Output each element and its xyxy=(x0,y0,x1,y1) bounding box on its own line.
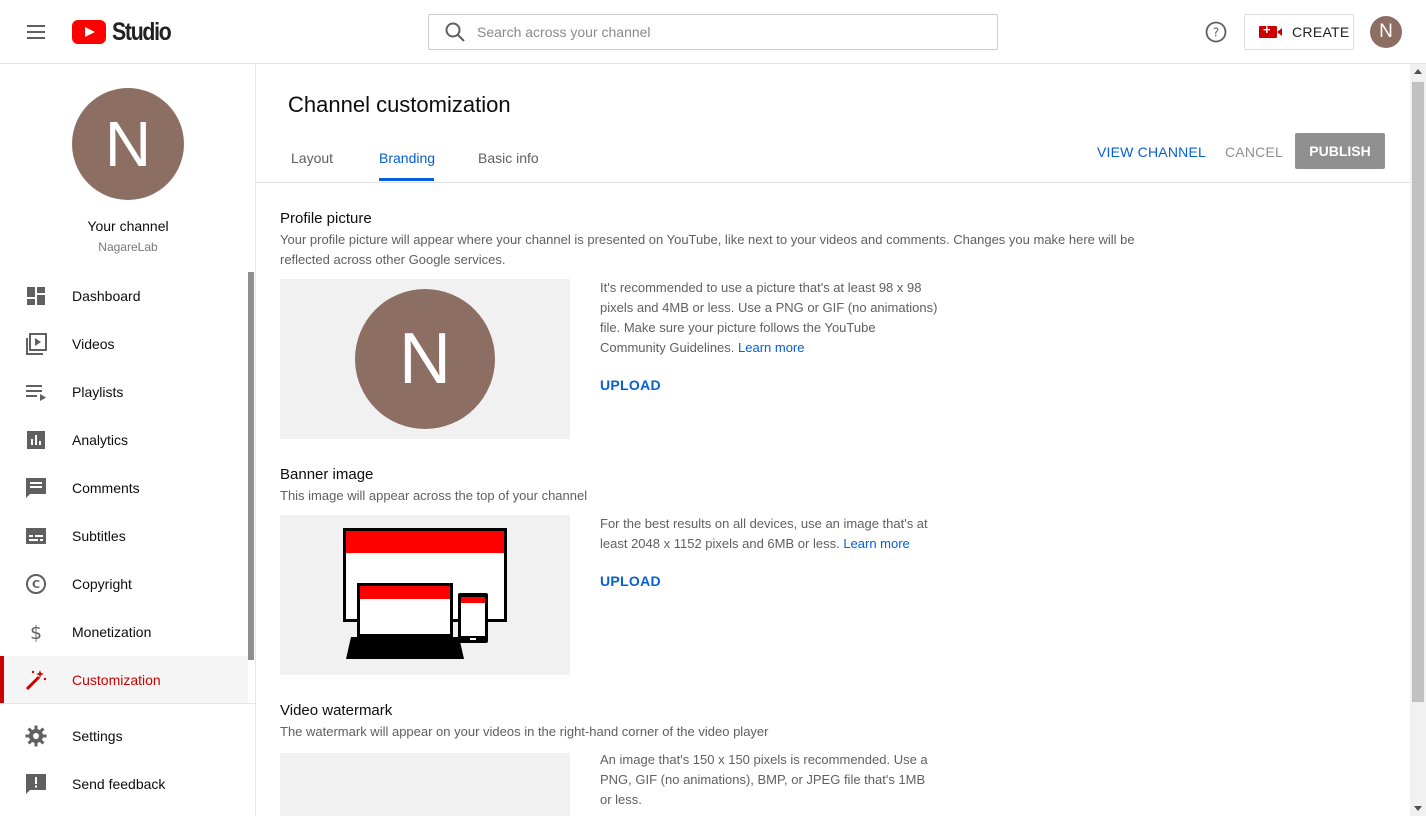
page-title: Channel customization xyxy=(288,92,511,117)
sidebar-item-send-feedback[interactable]: Send feedback xyxy=(0,760,248,808)
video-watermark-hint: An image that's 150 x 150 pixels is reco… xyxy=(600,752,928,807)
sidebar-item-customization[interactable]: Customization xyxy=(0,656,248,704)
profile-avatar-preview: N xyxy=(355,289,495,429)
scroll-up-icon[interactable] xyxy=(1414,69,1422,74)
sidebar-item-label: Subtitles xyxy=(72,528,126,544)
profile-picture-description: Your profile picture will appear where y… xyxy=(280,230,1160,270)
search-bar[interactable] xyxy=(428,14,998,50)
comments-icon xyxy=(24,476,48,500)
sidebar-item-dashboard[interactable]: Dashboard xyxy=(0,272,248,320)
dollar-icon: $ xyxy=(24,620,48,644)
sidebar-item-label: Videos xyxy=(72,336,115,352)
create-button[interactable]: CREATE xyxy=(1244,14,1354,50)
sidebar-item-monetization[interactable]: $ Monetization xyxy=(0,608,248,656)
cancel-button[interactable]: CANCEL xyxy=(1225,144,1283,160)
svg-text:?: ? xyxy=(1213,26,1219,40)
profile-description-line-1: Your profile picture will appear where y… xyxy=(280,232,1135,247)
view-channel-button[interactable]: VIEW CHANNEL xyxy=(1097,144,1206,160)
sidebar-item-copyright[interactable]: C Copyright xyxy=(0,560,248,608)
sidebar-item-settings[interactable]: Settings xyxy=(0,712,248,760)
channel-title: Your channel xyxy=(87,218,169,234)
sidebar-item-label: Comments xyxy=(72,480,140,496)
channel-handle: NagareLab xyxy=(98,240,158,254)
sidebar-item-label: Analytics xyxy=(72,432,129,448)
profile-learn-more-link[interactable]: Learn more xyxy=(738,340,804,355)
sidebar: N Your channel NagareLab Dashboard Video… xyxy=(0,64,256,816)
sidebar-item-label: Dashboard xyxy=(72,288,141,304)
search-input[interactable] xyxy=(477,15,997,49)
banner-image-preview xyxy=(280,515,570,675)
banner-image-hint: For the best results on all devices, use… xyxy=(600,514,940,554)
devices-illustration-icon xyxy=(343,528,507,659)
search-icon[interactable] xyxy=(437,14,477,50)
video-watermark-title: Video watermark xyxy=(280,702,393,719)
banner-learn-more-link[interactable]: Learn more xyxy=(843,536,909,551)
scrollbar-thumb[interactable] xyxy=(1412,82,1424,702)
svg-text:C: C xyxy=(32,578,40,591)
banner-image-description: This image will appear across the top of… xyxy=(280,488,588,503)
sidebar-item-subtitles[interactable]: Subtitles xyxy=(0,512,248,560)
svg-text:$: $ xyxy=(30,622,42,644)
playlists-icon xyxy=(24,380,48,404)
logo-text: Studio xyxy=(112,17,172,46)
active-tab-indicator xyxy=(379,178,434,181)
banner-image-title: Banner image xyxy=(280,466,374,483)
gear-icon xyxy=(24,724,48,748)
sidebar-item-label: Monetization xyxy=(72,624,152,640)
help-icon[interactable]: ? xyxy=(1204,20,1228,44)
youtube-logo-icon xyxy=(72,20,106,44)
sidebar-scrollbar[interactable] xyxy=(248,272,254,660)
sidebar-item-label: Copyright xyxy=(72,576,132,592)
main-scrollbar[interactable] xyxy=(1410,64,1426,816)
profile-picture-hint: It's recommended to use a picture that's… xyxy=(600,278,940,358)
channel-avatar[interactable]: N xyxy=(72,88,184,200)
copyright-icon: C xyxy=(24,572,48,596)
sidebar-item-label: Settings xyxy=(72,728,123,744)
youtube-studio-logo[interactable]: Studio xyxy=(72,17,181,46)
profile-picture-preview: N xyxy=(280,279,570,439)
top-bar: Studio ? CREATE N xyxy=(0,0,1426,64)
dashboard-icon xyxy=(24,284,48,308)
videos-icon xyxy=(24,332,48,356)
account-avatar[interactable]: N xyxy=(1370,16,1402,48)
tab-layout[interactable]: Layout xyxy=(291,150,333,182)
main-content: Channel customization Layout Branding Ba… xyxy=(256,64,1410,816)
banner-upload-button[interactable]: UPLOAD xyxy=(600,573,661,589)
profile-picture-title: Profile picture xyxy=(280,210,372,227)
sidebar-item-comments[interactable]: Comments xyxy=(0,464,248,512)
video-watermark-description: The watermark will appear on your videos… xyxy=(280,724,769,739)
create-label: CREATE xyxy=(1292,24,1350,40)
magic-wand-icon xyxy=(24,668,48,692)
sidebar-item-videos[interactable]: Videos xyxy=(0,320,248,368)
menu-icon[interactable] xyxy=(24,20,48,44)
publish-button[interactable]: PUBLISH xyxy=(1295,133,1385,169)
feedback-icon xyxy=(24,772,48,796)
sidebar-divider xyxy=(0,703,256,704)
watermark-preview xyxy=(280,753,570,816)
profile-upload-button[interactable]: UPLOAD xyxy=(600,377,661,393)
sidebar-item-analytics[interactable]: Analytics xyxy=(0,416,248,464)
profile-description-line-2: reflected across other Google services. xyxy=(280,252,506,267)
tab-basic-info[interactable]: Basic info xyxy=(478,150,539,182)
sidebar-item-label: Customization xyxy=(72,672,161,688)
sidebar-item-playlists[interactable]: Playlists xyxy=(0,368,248,416)
analytics-icon xyxy=(24,428,48,452)
scroll-down-icon[interactable] xyxy=(1414,806,1422,811)
sidebar-item-label: Playlists xyxy=(72,384,124,400)
video-camera-icon xyxy=(1259,22,1282,38)
sidebar-item-label: Send feedback xyxy=(72,776,166,792)
subtitles-icon xyxy=(24,524,48,548)
header-divider xyxy=(256,182,1410,183)
